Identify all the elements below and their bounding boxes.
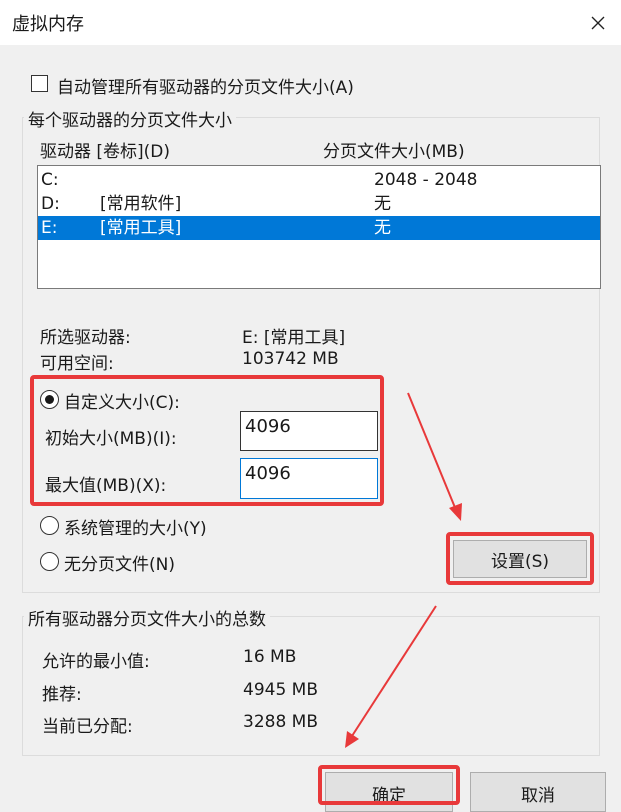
annotation-arrow-to-ok — [351, 605, 437, 737]
annotation-arrowhead-to-set — [449, 503, 462, 521]
annotation-arrowhead-to-ok — [345, 731, 359, 748]
annotation-arrows — [345, 392, 462, 748]
annotation-arrow-to-set — [407, 392, 457, 511]
